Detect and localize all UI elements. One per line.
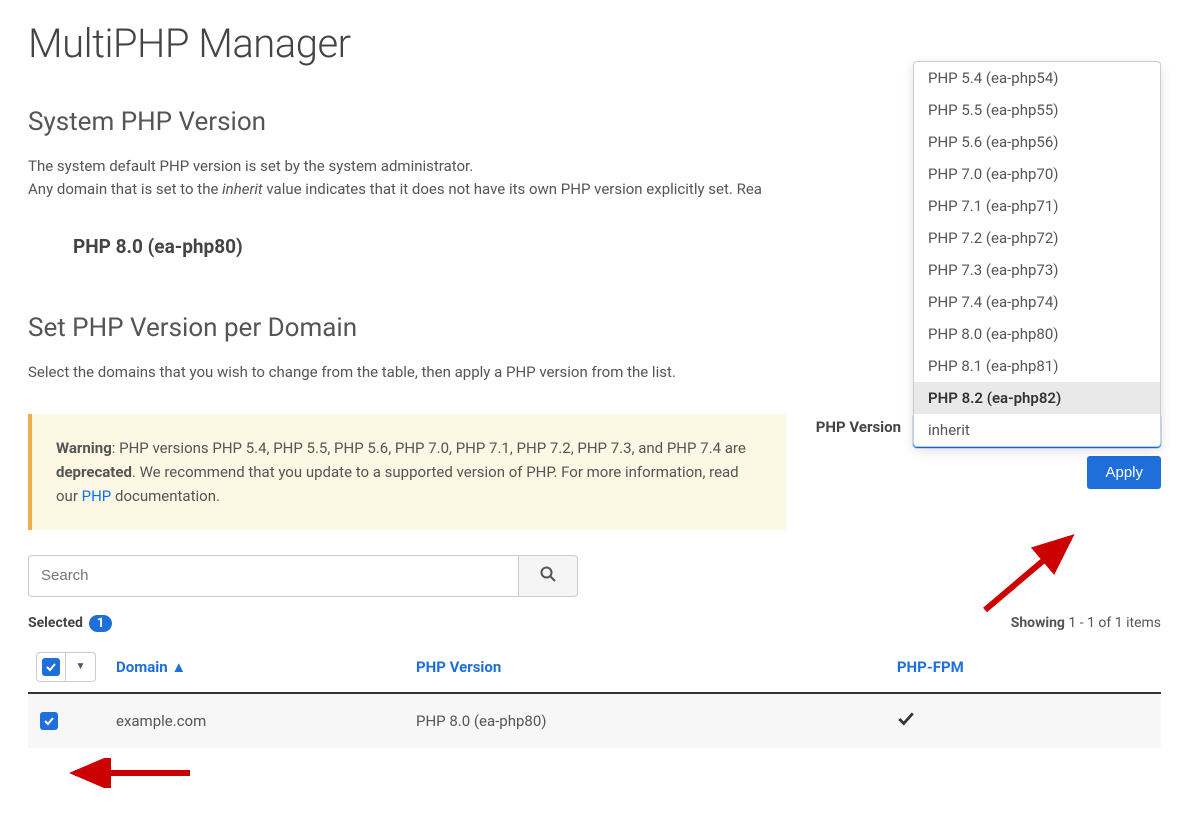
search-button[interactable] — [518, 555, 578, 597]
row-php-version: PHP 8.0 (ea-php80) — [408, 693, 889, 749]
dropdown-option[interactable]: PHP 5.4 (ea-php54) — [914, 62, 1160, 94]
annotation-arrow — [65, 758, 195, 788]
dropdown-option[interactable]: PHP 5.5 (ea-php55) — [914, 94, 1160, 126]
domain-table: ▼ Domain ▲ PHP Version PHP-FPM example.c… — [28, 642, 1161, 749]
dropdown-option[interactable]: PHP 8.1 (ea-php81) — [914, 350, 1160, 382]
row-domain: example.com — [108, 693, 408, 749]
page-title: MultiPHP Manager — [28, 20, 1161, 67]
column-header-php-fpm[interactable]: PHP-FPM — [889, 642, 1161, 693]
annotation-arrow — [975, 530, 1085, 620]
selected-badge: 1 — [89, 615, 112, 632]
row-php-fpm — [889, 693, 1161, 749]
php-doc-link[interactable]: PHP — [82, 487, 112, 505]
php-version-dropdown[interactable]: PHP 5.4 (ea-php54)PHP 5.5 (ea-php55)PHP … — [913, 61, 1161, 447]
selected-count: Selected 1 — [28, 615, 112, 632]
column-header-domain[interactable]: Domain ▲ — [108, 642, 408, 693]
dropdown-option[interactable]: PHP 7.1 (ea-php71) — [914, 190, 1160, 222]
dropdown-option[interactable]: PHP 7.2 (ea-php72) — [914, 222, 1160, 254]
search-input[interactable] — [28, 555, 518, 597]
dropdown-option[interactable]: PHP 7.0 (ea-php70) — [914, 158, 1160, 190]
php-version-label: PHP Version — [816, 414, 901, 436]
deprecation-warning: Warning: PHP versions PHP 5.4, PHP 5.5, … — [28, 414, 786, 530]
table-row: example.com PHP 8.0 (ea-php80) — [28, 693, 1161, 749]
checkbox-checked-icon — [42, 658, 60, 676]
dropdown-option[interactable]: PHP 8.0 (ea-php80) — [914, 318, 1160, 350]
sort-asc-icon: ▲ — [171, 658, 186, 676]
check-icon — [897, 714, 915, 732]
search-icon — [540, 566, 556, 585]
select-all-checkbox[interactable] — [36, 652, 66, 682]
apply-button[interactable]: Apply — [1087, 456, 1161, 489]
select-all-dropdown[interactable]: ▼ — [66, 652, 96, 682]
dropdown-option[interactable]: PHP 7.4 (ea-php74) — [914, 286, 1160, 318]
dropdown-option[interactable]: PHP 5.6 (ea-php56) — [914, 126, 1160, 158]
column-header-php-version[interactable]: PHP Version — [408, 642, 889, 693]
caret-down-icon: ▼ — [76, 661, 86, 672]
dropdown-option[interactable]: PHP 7.3 (ea-php73) — [914, 254, 1160, 286]
dropdown-option[interactable]: PHP 8.2 (ea-php82) — [914, 382, 1160, 414]
row-checkbox[interactable] — [40, 712, 58, 730]
dropdown-option[interactable]: inherit — [914, 414, 1160, 446]
